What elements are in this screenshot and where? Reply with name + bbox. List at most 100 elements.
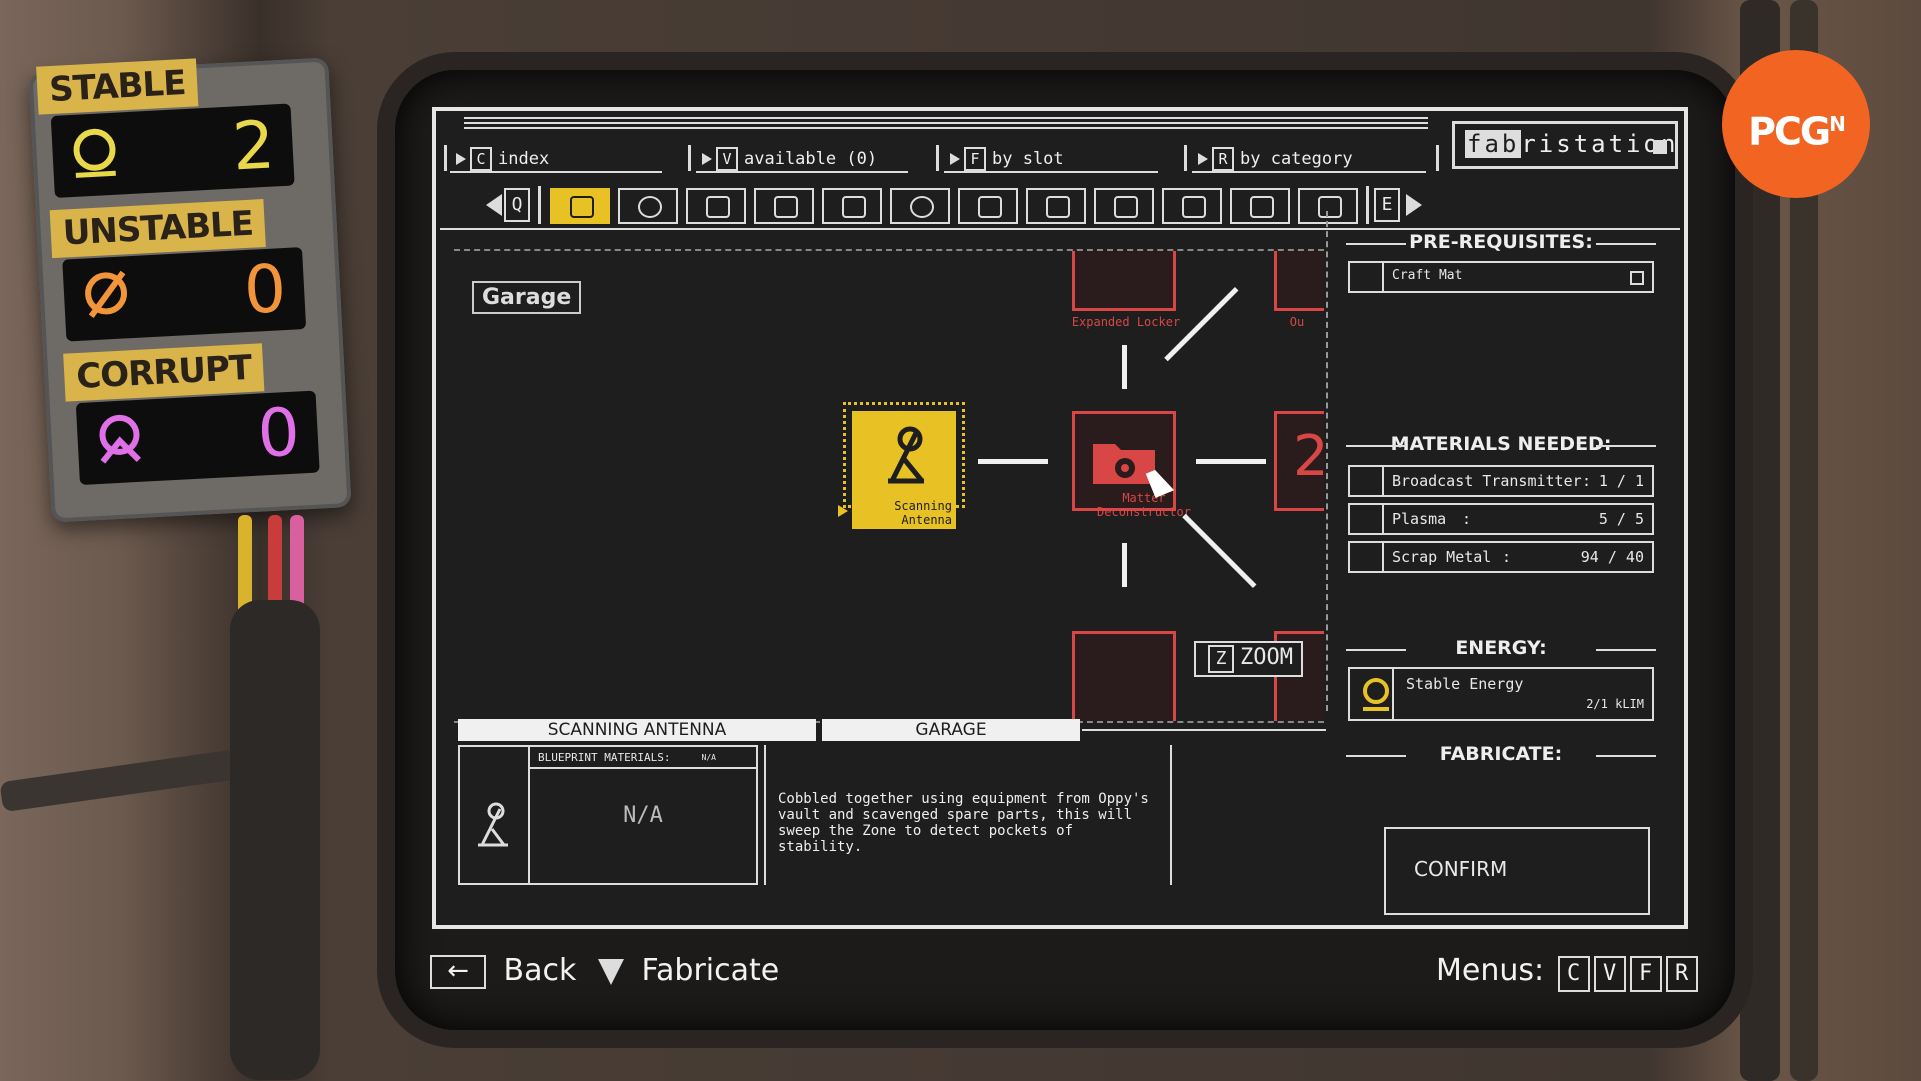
- energy-heading: ENERGY:: [1336, 637, 1666, 659]
- prerequisites-heading: PRE-REQUISITES:: [1336, 231, 1666, 253]
- material-quantity: 5 / 5: [1598, 510, 1644, 528]
- recipe-panel: PRE-REQUISITES: Craft Mat MATERIALS NEED…: [1336, 231, 1676, 765]
- key-hint: Z: [1208, 645, 1234, 673]
- details-tab-category[interactable]: GARAGE: [820, 719, 1080, 741]
- menu-separator: [1436, 145, 1439, 171]
- next-category-arrow-icon[interactable]: [1406, 194, 1422, 216]
- fabricate-key-icon: [598, 958, 624, 985]
- link-line: [1122, 543, 1127, 587]
- link-line: [978, 459, 1048, 464]
- blueprint-na: N/A: [623, 803, 663, 828]
- unstable-counter: 0: [62, 247, 307, 342]
- category-battery[interactable]: [822, 188, 882, 224]
- next-category-key[interactable]: E: [1374, 188, 1400, 222]
- top-menu-bar: Cindex Vavailable (0) Fby slot Rby categ…: [436, 111, 1684, 173]
- category-monitor[interactable]: [550, 188, 610, 224]
- fabristation-logo: fabristation: [1452, 121, 1678, 169]
- material-row[interactable]: Scrap Metal : 94 / 40: [1348, 541, 1654, 573]
- details-tab-item[interactable]: SCANNING ANTENNA: [458, 719, 816, 741]
- category-target[interactable]: [890, 188, 950, 224]
- menu-key-c[interactable]: C: [1557, 956, 1590, 992]
- node-caption-selected: Scanning Antenna: [852, 499, 956, 529]
- material-row[interactable]: Plasma : 5 / 5: [1348, 503, 1654, 535]
- item-description: Cobbled together using equipment from Op…: [764, 745, 1172, 885]
- node-tier-2[interactable]: 2: [1274, 411, 1324, 511]
- stable-energy-icon: [1363, 669, 1394, 719]
- menu-tab-available[interactable]: Vavailable (0): [696, 147, 908, 173]
- category-gauge[interactable]: [1230, 188, 1290, 224]
- node-caption: Ou: [1289, 315, 1305, 329]
- fabricate-label: Fabricate: [641, 953, 780, 988]
- zoom-button[interactable]: Z ZOOM: [1194, 641, 1303, 677]
- menu-tab-label: available (0): [744, 149, 878, 169]
- corrupt-counter: 0: [75, 390, 320, 486]
- material-name: Scrap Metal: [1392, 548, 1492, 566]
- plasma-icon: [1350, 505, 1384, 533]
- node-robot[interactable]: [1072, 631, 1176, 721]
- prev-category-key[interactable]: Q: [504, 188, 530, 222]
- menu-key-r[interactable]: R: [1665, 956, 1698, 992]
- corrupt-value: 0: [255, 393, 302, 473]
- energy-name: Stable Energy: [1406, 675, 1524, 693]
- confirm-button[interactable]: CONFIRM: [1384, 827, 1650, 915]
- category-radio[interactable]: [754, 188, 814, 224]
- menu-key-f[interactable]: F: [1629, 956, 1662, 992]
- category-medkit[interactable]: [686, 188, 746, 224]
- category-gear[interactable]: [618, 188, 678, 224]
- radio-icon: [774, 196, 798, 218]
- graph-divider: [1326, 211, 1328, 711]
- materials-heading: MATERIALS NEEDED:: [1336, 433, 1666, 455]
- material-row[interactable]: Broadcast Transmitter : 1 / 1: [1348, 465, 1654, 497]
- antenna-icon: [888, 426, 924, 484]
- radio-icon: [1350, 467, 1384, 495]
- menu-tab-label: by slot: [992, 149, 1064, 169]
- node-scanning-antenna[interactable]: [843, 402, 965, 508]
- engine-icon: [1182, 196, 1206, 218]
- menu-tab-by-category[interactable]: Rby category: [1192, 147, 1426, 173]
- category-engine[interactable]: [1162, 188, 1222, 224]
- boot-icon: [1114, 196, 1138, 218]
- footer-hints: ← Back Fabricate Menus: CVFR: [0, 935, 1921, 1015]
- material-separator: :: [1582, 472, 1592, 490]
- details-tab-rule: [1082, 729, 1326, 731]
- energy-row: Stable Energy 2/1 kLIM: [1348, 667, 1654, 721]
- menu-tab-label: by category: [1240, 149, 1353, 169]
- watermark-text: PCG: [1748, 109, 1831, 154]
- prerequisite-row[interactable]: Craft Mat: [1348, 261, 1654, 293]
- menu-tab-index[interactable]: Cindex: [450, 147, 662, 173]
- brand-prefix: fab: [1465, 130, 1522, 158]
- car-side-icon: [1046, 196, 1070, 218]
- key-hint: V: [716, 147, 738, 171]
- fabricate-heading: FABRICATE:: [1336, 743, 1666, 765]
- tech-tree-graph[interactable]: Garage Expanded Locker Ou Scanning Anten…: [454, 249, 1324, 723]
- material-name: Broadcast Transmitter: [1392, 472, 1582, 490]
- corrupt-label: CORRUPT: [63, 343, 265, 402]
- stable-label: STABLE: [36, 58, 199, 115]
- fabristation-screen: Cindex Vavailable (0) Fby slot Rby categ…: [432, 107, 1688, 929]
- selection-marker-icon: [838, 505, 848, 517]
- pcgn-watermark-logo: PCGN: [1722, 50, 1870, 198]
- fabricate-hint[interactable]: Fabricate: [598, 953, 779, 988]
- key-hint: C: [470, 147, 492, 171]
- menu-tab-by-slot[interactable]: Fby slot: [944, 147, 1158, 173]
- monitor-icon: [570, 196, 594, 218]
- category-motor[interactable]: [1298, 188, 1358, 224]
- node-outfit[interactable]: [1274, 251, 1324, 311]
- graph-section-label: Garage: [472, 281, 582, 314]
- link-line: [1196, 459, 1266, 464]
- category-boot[interactable]: [1094, 188, 1154, 224]
- battery-icon: [842, 196, 866, 218]
- material-separator: :: [1462, 510, 1472, 528]
- menus-hint: Menus: CVFR: [1436, 953, 1698, 992]
- cable-pink: [290, 515, 304, 609]
- back-hint[interactable]: ← Back: [430, 953, 576, 989]
- prev-category-arrow-icon[interactable]: [486, 194, 502, 216]
- node-expanded-locker[interactable]: [1072, 251, 1176, 311]
- prerequisite-name: Craft Mat: [1392, 268, 1463, 283]
- details-tab-bar: SCANNING ANTENNA GARAGE: [458, 719, 1326, 741]
- category-car[interactable]: [958, 188, 1018, 224]
- category-car-side[interactable]: [1026, 188, 1086, 224]
- gauge-icon: [1250, 196, 1274, 218]
- menu-key-v[interactable]: V: [1593, 956, 1626, 992]
- gear-icon: [638, 196, 662, 218]
